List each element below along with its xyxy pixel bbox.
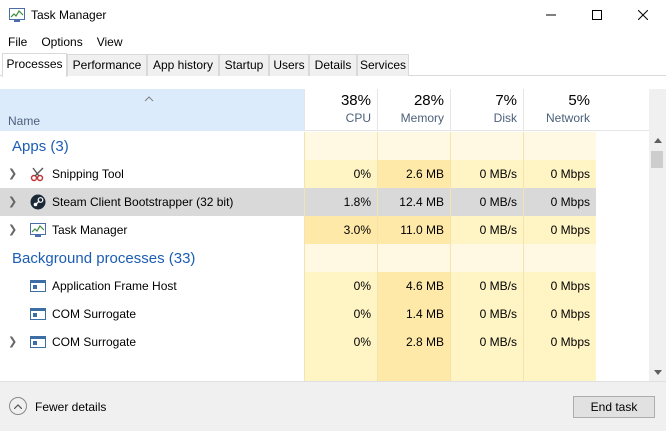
cpu-value: 0% bbox=[304, 328, 377, 356]
disk-value: 0 MB/s bbox=[450, 160, 523, 188]
network-value: 0 Mbps bbox=[523, 272, 596, 300]
window-title: Task Manager bbox=[31, 8, 107, 22]
memory-value: 12.4 MB bbox=[377, 188, 450, 216]
table-body: Apps (3) ❯ Snipping Tool 0% 2.6 MB 0 MB/… bbox=[0, 132, 649, 381]
chevron-right-icon[interactable]: ❯ bbox=[8, 160, 17, 188]
disk-total-pct: 7% bbox=[495, 92, 517, 109]
tab-bar: Processes Performance App history Startu… bbox=[0, 53, 666, 77]
minimize-icon bbox=[546, 9, 556, 23]
chevron-right-icon[interactable]: ❯ bbox=[8, 188, 17, 216]
process-name: Snipping Tool bbox=[52, 167, 124, 181]
network-column-header[interactable]: 5% Network bbox=[523, 89, 596, 131]
table-row[interactable]: ❯ Snipping Tool 0% 2.6 MB 0 MB/s 0 Mbps bbox=[0, 160, 649, 188]
memory-value: 11.0 MB bbox=[377, 216, 450, 244]
maximize-button[interactable] bbox=[574, 0, 620, 31]
close-button[interactable] bbox=[620, 0, 666, 31]
tab-app-history[interactable]: App history bbox=[147, 54, 219, 76]
fewer-details-link[interactable]: Fewer details bbox=[35, 400, 106, 414]
process-name: Steam Client Bootstrapper (32 bit) bbox=[52, 195, 234, 209]
cpu-total-pct: 38% bbox=[340, 92, 371, 109]
table-row[interactable]: Application Frame Host 0% 4.6 MB 0 MB/s … bbox=[0, 272, 649, 300]
tab-users[interactable]: Users bbox=[269, 54, 309, 76]
menu-bar: File Options View bbox=[0, 31, 666, 52]
disk-column-label: Disk bbox=[493, 111, 517, 125]
disk-value: 0 MB/s bbox=[450, 328, 523, 356]
disk-value: 0 MB/s bbox=[450, 300, 523, 328]
title-bar: Task Manager bbox=[0, 0, 666, 31]
memory-total-pct: 28% bbox=[413, 92, 444, 109]
steam-icon bbox=[30, 194, 46, 210]
vertical-scrollbar[interactable] bbox=[649, 89, 666, 381]
maximize-icon bbox=[592, 9, 602, 23]
network-total-pct: 5% bbox=[568, 92, 590, 109]
table-row[interactable] bbox=[0, 356, 649, 381]
tab-processes[interactable]: Processes bbox=[2, 53, 67, 77]
tab-details[interactable]: Details bbox=[309, 54, 357, 76]
cpu-value: 0% bbox=[304, 272, 377, 300]
tab-services[interactable]: Services bbox=[357, 54, 409, 76]
table-row[interactable]: ❯ COM Surrogate 0% 2.8 MB 0 MB/s 0 Mbps bbox=[0, 328, 649, 356]
table-row[interactable]: ❯ Steam Client Bootstrapper (32 bit) 1.8… bbox=[0, 188, 649, 216]
memory-value: 2.6 MB bbox=[377, 160, 450, 188]
network-value: 0 Mbps bbox=[523, 328, 596, 356]
process-name: COM Surrogate bbox=[52, 335, 137, 349]
scroll-up-icon[interactable] bbox=[649, 132, 666, 149]
table-row[interactable]: ❯ Task Manager 3.0% 11.0 MB 0 MB/s 0 Mbp… bbox=[0, 216, 649, 244]
menu-options[interactable]: Options bbox=[34, 35, 89, 49]
memory-value: 2.8 MB bbox=[377, 328, 450, 356]
menu-file[interactable]: File bbox=[1, 35, 34, 49]
disk-value: 0 MB/s bbox=[450, 216, 523, 244]
cpu-value: 0% bbox=[304, 160, 377, 188]
process-name: COM Surrogate bbox=[52, 307, 137, 321]
close-icon bbox=[637, 9, 649, 23]
sort-up-icon bbox=[144, 91, 154, 105]
scissors-icon bbox=[30, 166, 46, 182]
network-value: 0 Mbps bbox=[523, 188, 596, 216]
memory-value: 1.4 MB bbox=[377, 300, 450, 328]
window-process-icon bbox=[30, 334, 46, 350]
minimize-button[interactable] bbox=[528, 0, 574, 31]
table-header: Name 38% CPU 28% Memory 7% Disk 5% Netwo… bbox=[0, 89, 649, 131]
process-name: Application Frame Host bbox=[52, 279, 177, 293]
scroll-down-icon[interactable] bbox=[649, 364, 666, 381]
network-value: 0 Mbps bbox=[523, 160, 596, 188]
menu-view[interactable]: View bbox=[90, 35, 130, 49]
group-title-apps: Apps (3) bbox=[12, 138, 69, 155]
cpu-column-header[interactable]: 38% CPU bbox=[304, 89, 377, 131]
task-manager-icon bbox=[9, 8, 25, 22]
network-value: 0 Mbps bbox=[523, 300, 596, 328]
disk-column-header[interactable]: 7% Disk bbox=[450, 89, 523, 131]
tab-performance[interactable]: Performance bbox=[67, 54, 147, 76]
scrollbar-thumb[interactable] bbox=[651, 151, 663, 168]
window-process-icon bbox=[30, 306, 46, 322]
chevron-up-icon[interactable] bbox=[9, 397, 27, 415]
process-name: Task Manager bbox=[52, 223, 128, 237]
cpu-value: 3.0% bbox=[304, 216, 377, 244]
group-row-background: Background processes (33) bbox=[0, 244, 649, 272]
memory-column-header[interactable]: 28% Memory bbox=[377, 89, 450, 131]
cpu-value: 0% bbox=[304, 300, 377, 328]
memory-column-label: Memory bbox=[400, 111, 444, 125]
disk-value: 0 MB/s bbox=[450, 272, 523, 300]
name-column-label: Name bbox=[8, 114, 41, 128]
chevron-right-icon[interactable]: ❯ bbox=[8, 328, 17, 356]
disk-value: 0 MB/s bbox=[450, 188, 523, 216]
group-row-apps: Apps (3) bbox=[0, 132, 649, 160]
task-manager-icon bbox=[30, 222, 46, 238]
cpu-value: 1.8% bbox=[304, 188, 377, 216]
memory-value: 4.6 MB bbox=[377, 272, 450, 300]
group-title-background: Background processes (33) bbox=[12, 250, 196, 267]
footer-bar: Fewer details End task bbox=[0, 381, 666, 431]
process-table: Name 38% CPU 28% Memory 7% Disk 5% Netwo… bbox=[0, 76, 666, 381]
network-column-label: Network bbox=[545, 111, 590, 125]
name-column-header[interactable]: Name bbox=[0, 89, 304, 131]
end-task-button[interactable]: End task bbox=[573, 396, 655, 418]
tab-startup[interactable]: Startup bbox=[219, 54, 269, 76]
network-value: 0 Mbps bbox=[523, 216, 596, 244]
window-process-icon bbox=[30, 278, 46, 294]
cpu-column-label: CPU bbox=[345, 111, 371, 125]
table-row[interactable]: COM Surrogate 0% 1.4 MB 0 MB/s 0 Mbps bbox=[0, 300, 649, 328]
chevron-right-icon[interactable]: ❯ bbox=[8, 216, 17, 244]
